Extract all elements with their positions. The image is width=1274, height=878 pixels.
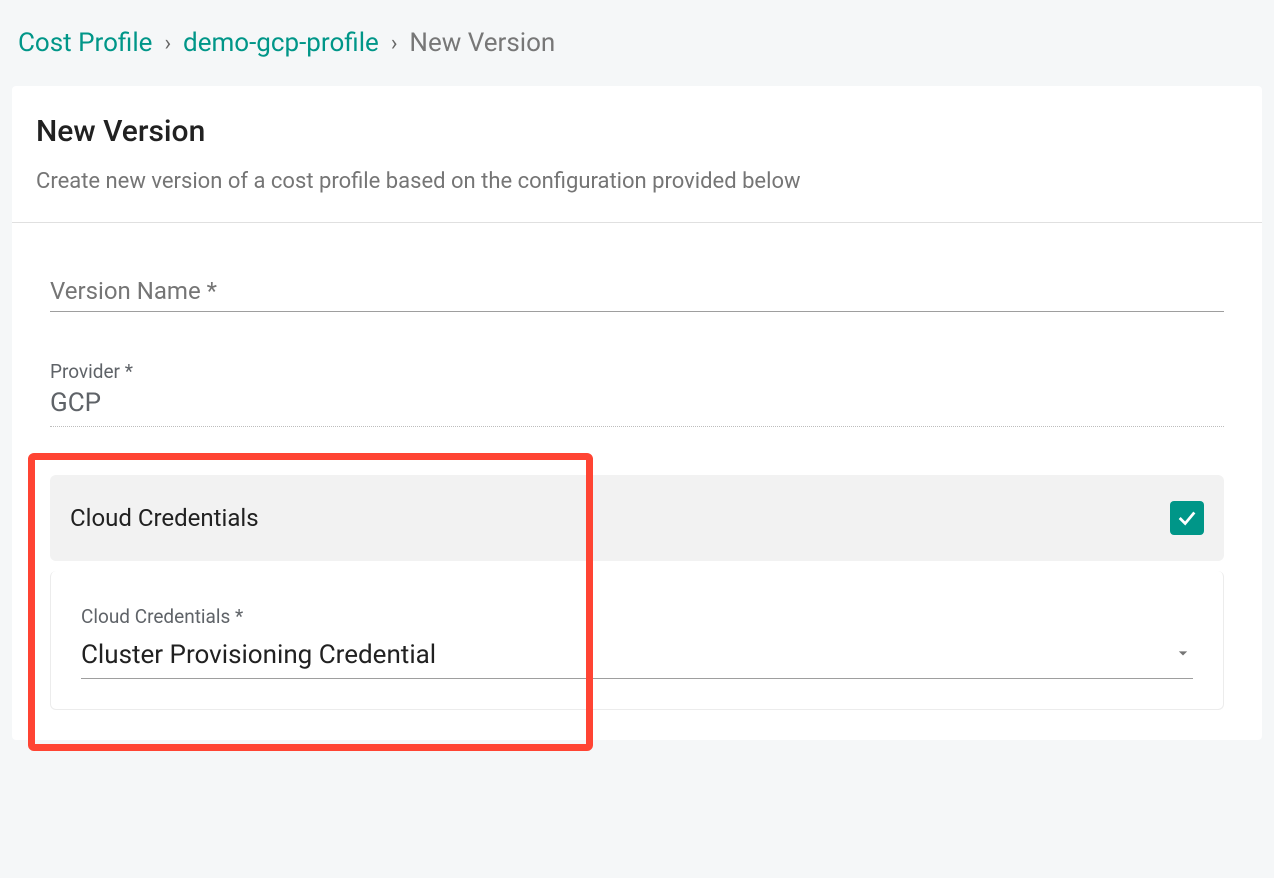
cloud-credentials-title: Cloud Credentials <box>70 504 259 532</box>
chevron-down-icon <box>1173 643 1193 667</box>
breadcrumb-profile[interactable]: demo-gcp-profile <box>183 28 379 58</box>
breadcrumb: Cost Profile › demo-gcp-profile › New Ve… <box>0 0 1274 86</box>
chevron-right-icon: › <box>391 31 398 56</box>
provider-group: Provider * GCP <box>50 360 1224 428</box>
breadcrumb-current: New Version <box>409 28 555 58</box>
page-description: Create new version of a cost profile bas… <box>36 167 1238 198</box>
card-header: New Version Create new version of a cost… <box>12 86 1262 223</box>
cloud-credentials-select[interactable]: Cluster Provisioning Credential <box>81 640 1193 679</box>
page-title: New Version <box>36 114 1238 149</box>
cloud-credentials-body: Cloud Credentials * Cluster Provisioning… <box>50 571 1224 710</box>
cloud-credentials-selected: Cluster Provisioning Credential <box>81 640 436 670</box>
provider-label: Provider * <box>50 360 1224 385</box>
provider-value: GCP <box>50 388 1224 427</box>
breadcrumb-root[interactable]: Cost Profile <box>18 28 152 58</box>
version-name-group <box>50 273 1224 312</box>
cloud-credentials-checkbox[interactable] <box>1170 501 1204 535</box>
check-icon <box>1176 507 1198 529</box>
cloud-credentials-header: Cloud Credentials <box>50 475 1224 561</box>
cloud-credentials-label: Cloud Credentials * <box>81 605 1193 630</box>
version-name-input[interactable] <box>50 273 1224 312</box>
card-body: Provider * GCP Cloud Credentials Cloud C… <box>12 223 1262 740</box>
chevron-right-icon: › <box>164 31 171 56</box>
new-version-card: New Version Create new version of a cost… <box>12 86 1262 740</box>
cloud-credentials-panel: Cloud Credentials Cloud Credentials * Cl… <box>50 475 1224 710</box>
